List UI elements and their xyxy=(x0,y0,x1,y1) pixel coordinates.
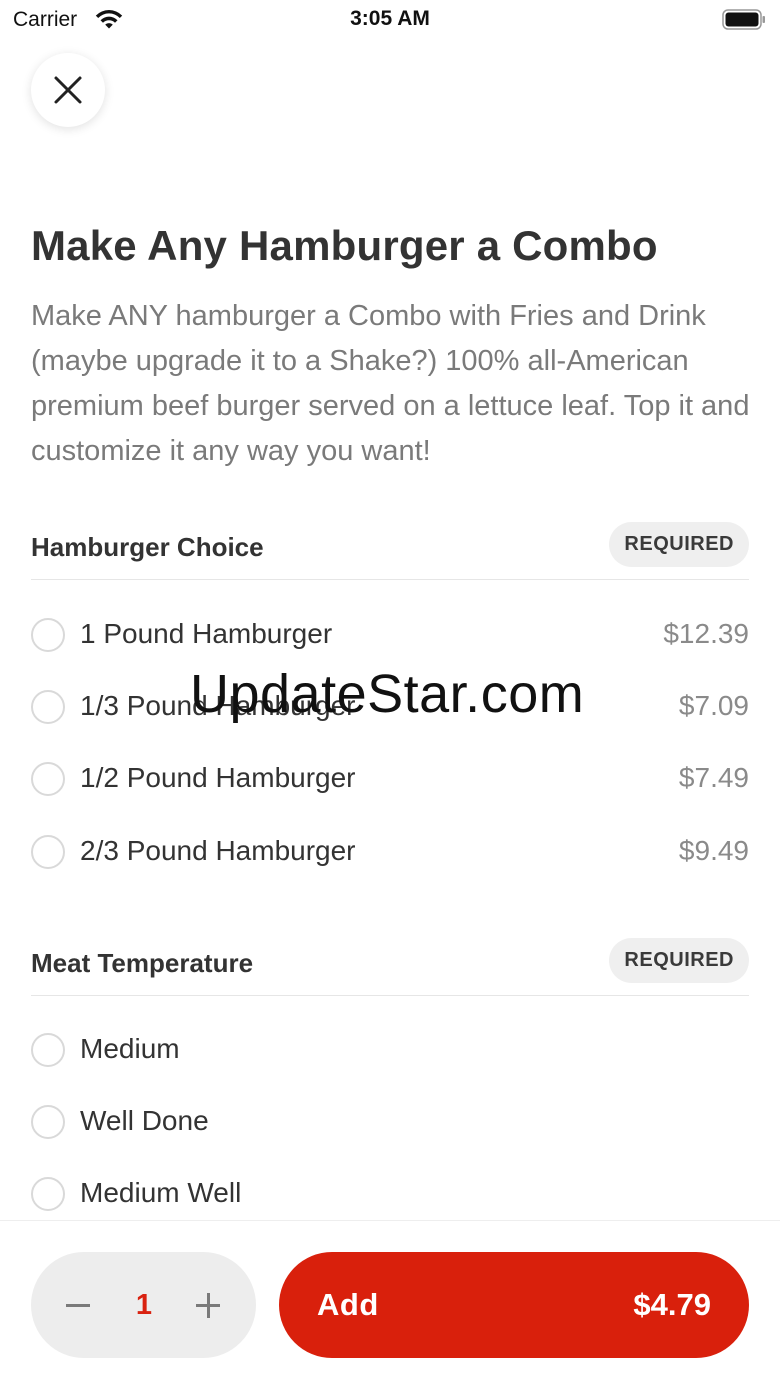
radio-button[interactable] xyxy=(31,1033,65,1067)
required-badge: REQUIRED xyxy=(609,938,749,983)
section-header-meat-temperature: Meat Temperature REQUIRED xyxy=(31,938,749,996)
section-title: Meat Temperature xyxy=(31,948,254,978)
option-label: 1/2 Pound Hamburger xyxy=(80,762,356,793)
option-1-pound-hamburger[interactable]: 1 Pound Hamburger $12.39 xyxy=(31,605,749,665)
item-title: Make Any Hamburger a Combo xyxy=(31,222,658,269)
add-button-price: $4.79 xyxy=(633,1287,711,1322)
quantity-value: 1 xyxy=(135,1289,153,1321)
watermark: UpdateStar.com xyxy=(190,664,585,724)
option-price: $12.39 xyxy=(663,618,749,649)
option-price: $9.49 xyxy=(678,835,749,866)
footer-bar: 1 Add $4.79 xyxy=(0,1220,780,1387)
close-icon xyxy=(54,76,82,104)
option-medium-well[interactable]: Medium Well xyxy=(31,1164,749,1224)
option-price: $7.49 xyxy=(678,762,749,793)
radio-button[interactable] xyxy=(31,1177,65,1211)
quantity-stepper: 1 xyxy=(31,1252,256,1358)
close-button[interactable] xyxy=(31,53,105,127)
section-title: Hamburger Choice xyxy=(31,532,264,562)
option-label: Well Done xyxy=(80,1105,209,1136)
add-button-label: Add xyxy=(317,1287,379,1322)
add-to-cart-button[interactable]: Add $4.79 xyxy=(279,1252,749,1358)
radio-button[interactable] xyxy=(31,1105,65,1139)
status-bar: Carrier 3:05 AM xyxy=(0,0,780,40)
item-description: Make ANY hamburger a Combo with Fries an… xyxy=(31,300,750,467)
option-medium[interactable]: Medium xyxy=(31,1020,749,1080)
radio-button[interactable] xyxy=(31,690,65,724)
required-badge: REQUIRED xyxy=(609,522,749,567)
option-price: $7.09 xyxy=(678,690,749,721)
option-label: Medium Well xyxy=(80,1177,242,1208)
option-label: 2/3 Pound Hamburger xyxy=(80,835,356,866)
option-2-3-pound-hamburger[interactable]: 2/3 Pound Hamburger $9.49 xyxy=(31,822,749,882)
radio-button[interactable] xyxy=(31,618,65,652)
status-time: 3:05 AM xyxy=(350,7,430,30)
option-1-2-pound-hamburger[interactable]: 1/2 Pound Hamburger $7.49 xyxy=(31,749,749,809)
radio-button[interactable] xyxy=(31,762,65,796)
plus-icon[interactable] xyxy=(165,1252,256,1358)
minus-icon[interactable] xyxy=(31,1252,123,1358)
battery-icon xyxy=(722,9,765,30)
option-label: 1 Pound Hamburger xyxy=(80,618,333,649)
radio-button[interactable] xyxy=(31,835,65,869)
option-label: Medium xyxy=(80,1033,180,1064)
section-header-hamburger-choice: Hamburger Choice REQUIRED xyxy=(31,522,749,580)
option-well-done[interactable]: Well Done xyxy=(31,1092,749,1152)
